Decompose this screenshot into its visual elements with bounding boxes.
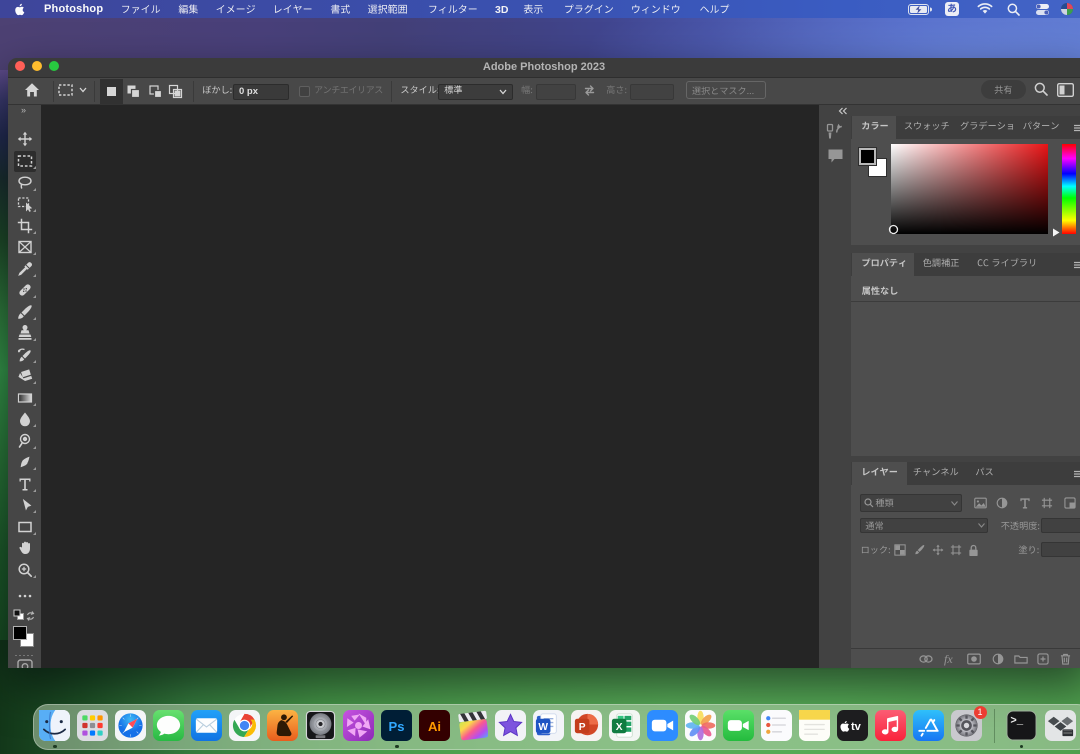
svg-text:>_: >_ <box>1010 716 1023 728</box>
svg-text:P: P <box>579 722 586 733</box>
svg-text:Ps: Ps <box>389 719 405 734</box>
svg-text:Ai: Ai <box>428 719 441 734</box>
svg-text:tv: tv <box>851 721 862 733</box>
svg-text:W: W <box>538 722 548 733</box>
svg-text:X: X <box>616 722 623 733</box>
